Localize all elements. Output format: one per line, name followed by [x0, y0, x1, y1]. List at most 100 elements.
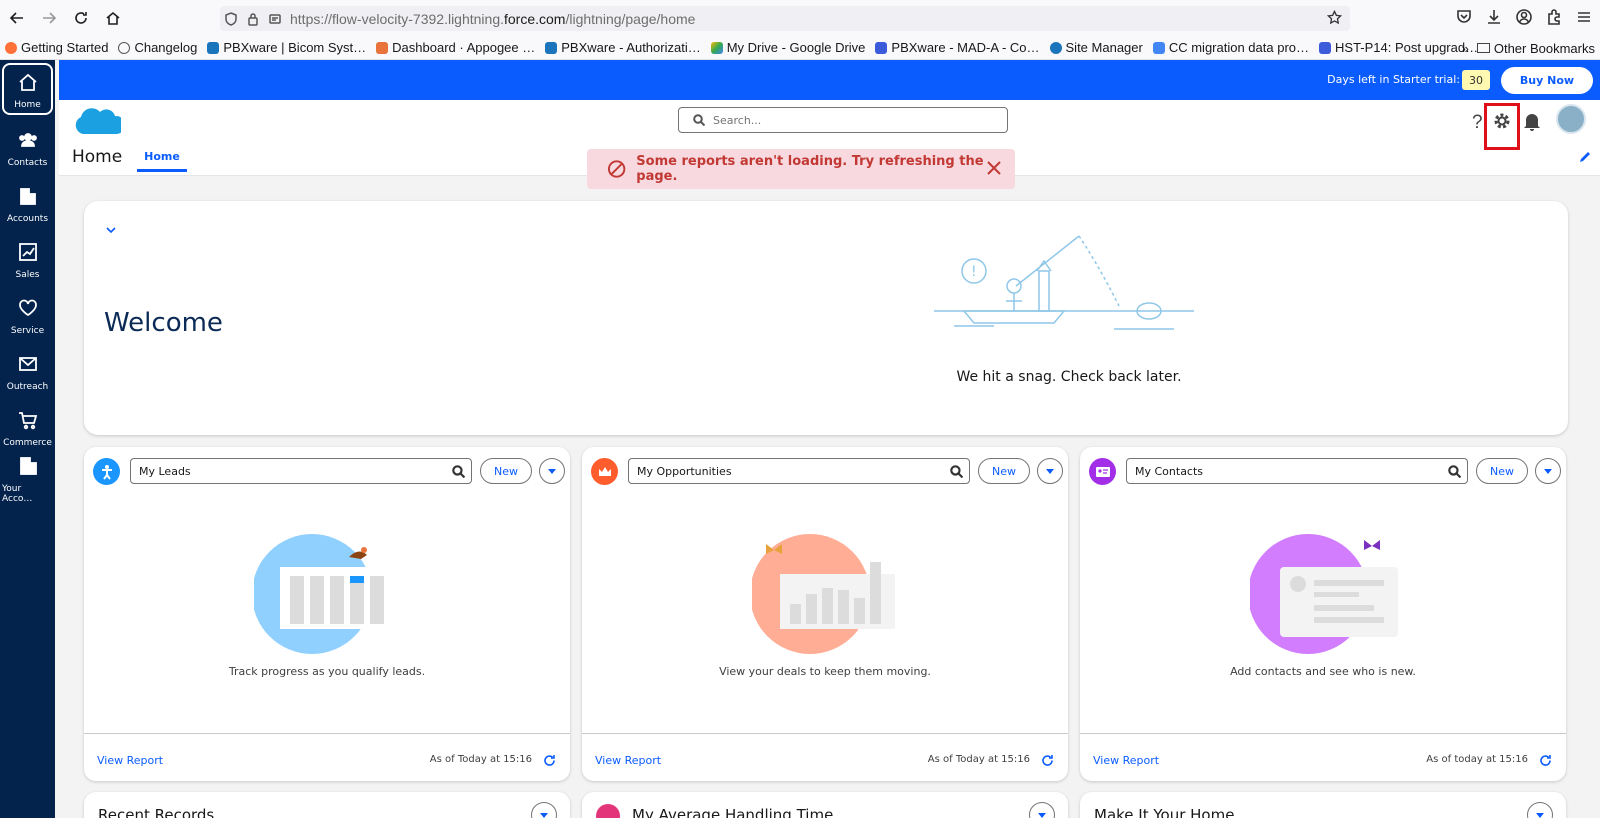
- home-browser-icon[interactable]: [98, 3, 128, 33]
- make-it-your-home-card: Make It Your Home: [1080, 792, 1566, 818]
- global-search-input[interactable]: Search...: [678, 107, 1008, 133]
- rail-item-sales[interactable]: Sales: [2, 231, 53, 283]
- bookmark-item[interactable]: PBXware - Authorizati…: [540, 40, 705, 55]
- close-icon[interactable]: [985, 159, 1003, 177]
- triangle-down-icon: [1536, 813, 1544, 818]
- url-bar[interactable]: https://flow-velocity-7392.lightning.for…: [220, 6, 1350, 31]
- snag-message: We hit a snag. Check back later.: [956, 369, 1182, 385]
- shield-icon[interactable]: [220, 11, 242, 26]
- refresh-icon[interactable]: [1539, 754, 1552, 767]
- contacts-menu-button[interactable]: [1535, 458, 1561, 484]
- building-icon: [19, 457, 37, 475]
- bookmark-item[interactable]: Changelog: [113, 40, 202, 55]
- bell-icon[interactable]: [1521, 110, 1543, 132]
- lock-icon[interactable]: [242, 12, 264, 26]
- rail-item-accounts[interactable]: Accounts: [2, 175, 53, 227]
- card-title: My Average Handling Time: [632, 806, 834, 818]
- refresh-icon[interactable]: [1041, 754, 1054, 767]
- extensions-icon[interactable]: [1545, 8, 1563, 26]
- trial-days-badge: 30: [1462, 70, 1490, 90]
- view-report-link[interactable]: View Report: [97, 754, 163, 767]
- welcome-title: Welcome: [104, 308, 223, 338]
- chevrons-icon[interactable]: »: [1462, 41, 1469, 56]
- rail-item-your-account[interactable]: Your Acco…: [2, 455, 53, 507]
- handling-time-menu-button[interactable]: [1029, 802, 1055, 818]
- page-info-icon[interactable]: [264, 12, 286, 26]
- svg-text:!: !: [971, 264, 977, 280]
- new-contact-button[interactable]: New: [1476, 458, 1528, 484]
- my-opportunities-card: My Opportunities New View your deals to …: [582, 447, 1068, 781]
- my-leads-card: My Leads New Track progress as you quali…: [84, 447, 570, 781]
- docs-icon: [1152, 41, 1165, 54]
- opportunities-menu-button[interactable]: [1037, 458, 1063, 484]
- chevron-down-icon[interactable]: [104, 223, 118, 237]
- reload-icon[interactable]: [66, 3, 96, 33]
- view-report-link[interactable]: View Report: [595, 754, 661, 767]
- salesforce-logo[interactable]: [71, 104, 121, 138]
- avatar[interactable]: [1556, 104, 1586, 134]
- new-opportunity-button[interactable]: New: [978, 458, 1030, 484]
- make-it-your-home-menu-button[interactable]: [1527, 802, 1553, 818]
- triangle-down-icon: [1038, 813, 1046, 818]
- ban-icon: [607, 160, 626, 178]
- opportunities-card-footer: View Report As of Today at 15:16: [582, 733, 1068, 781]
- view-report-link[interactable]: View Report: [1093, 754, 1159, 767]
- rail-item-home[interactable]: Home: [2, 63, 53, 115]
- as-of-timestamp: As of Today at 15:16: [927, 754, 1030, 765]
- tab-home[interactable]: Home: [137, 143, 187, 172]
- bookmark-item[interactable]: Dashboard · Appogee …: [371, 40, 540, 55]
- search-icon: [1448, 465, 1461, 478]
- gear-icon[interactable]: [1491, 110, 1513, 132]
- heart-icon: [18, 299, 37, 317]
- my-contacts-card: My Contacts New Add contacts and see who…: [1080, 447, 1566, 781]
- search-icon: [950, 465, 963, 478]
- mail-icon: [18, 357, 37, 371]
- rail-item-outreach[interactable]: Outreach: [2, 343, 53, 395]
- new-lead-button[interactable]: New: [480, 458, 532, 484]
- opportunities-list-view-input[interactable]: My Opportunities: [628, 458, 970, 484]
- home-icon: [18, 73, 37, 91]
- bookmark-item[interactable]: PBXware - MAD-A - Co…: [870, 40, 1044, 55]
- bookmarks-bar: Getting Started Changelog PBXware | Bico…: [0, 36, 1600, 60]
- bookmark-star-icon[interactable]: [1326, 9, 1343, 28]
- crown-icon: [591, 458, 618, 485]
- account-icon[interactable]: [1515, 8, 1533, 26]
- leads-menu-button[interactable]: [539, 458, 565, 484]
- search-icon: [452, 465, 465, 478]
- edit-pencil-icon[interactable]: [1578, 150, 1592, 164]
- sales-icon: [18, 243, 37, 261]
- leads-list-view-input[interactable]: My Leads: [130, 458, 472, 484]
- other-bookmarks[interactable]: » Other Bookmarks: [1462, 36, 1595, 59]
- recent-records-menu-button[interactable]: [531, 802, 557, 818]
- rail-item-commerce[interactable]: Commerce: [2, 399, 53, 451]
- firefox-icon: [5, 41, 17, 54]
- bookmark-item[interactable]: Getting Started: [0, 40, 113, 55]
- refresh-icon[interactable]: [543, 754, 556, 767]
- rail-item-contacts[interactable]: Contacts: [2, 119, 53, 171]
- trial-banner: Days left in Starter trial: 30 Buy Now: [59, 60, 1600, 100]
- contacts-list-view-input[interactable]: My Contacts: [1126, 458, 1468, 484]
- downloads-icon[interactable]: [1485, 8, 1503, 26]
- forward-icon[interactable]: [34, 3, 64, 33]
- contacts-icon: [18, 133, 37, 147]
- buy-now-button[interactable]: Buy Now: [1501, 67, 1593, 94]
- contacts-card-footer: View Report As of today at 15:16: [1080, 733, 1566, 781]
- back-icon[interactable]: [2, 3, 32, 33]
- card-title: Recent Records: [98, 806, 215, 818]
- rail-item-service[interactable]: Service: [2, 287, 53, 339]
- pocket-icon[interactable]: [1455, 8, 1473, 26]
- jira-icon: [1319, 41, 1332, 54]
- leads-empty-text: Track progress as you qualify leads.: [228, 665, 426, 678]
- bookmark-item[interactable]: HST-P14: Post upgrad…: [1314, 40, 1483, 55]
- url-text: https://flow-velocity-7392.lightning.for…: [290, 10, 696, 27]
- bookmark-item[interactable]: CC migration data pro…: [1148, 40, 1314, 55]
- opportunities-illustration: [752, 534, 895, 654]
- contact-card-icon: [1089, 458, 1116, 485]
- triangle-down-icon: [540, 813, 548, 818]
- bookmark-item[interactable]: PBXware | Bicom Syst…: [202, 40, 371, 55]
- menu-icon[interactable]: [1575, 8, 1593, 26]
- bookmark-item[interactable]: My Drive - Google Drive: [706, 40, 871, 55]
- bookmark-item[interactable]: Site Manager: [1045, 40, 1148, 55]
- google-drive-icon: [710, 41, 723, 54]
- as-of-timestamp: As of Today at 15:16: [429, 754, 532, 765]
